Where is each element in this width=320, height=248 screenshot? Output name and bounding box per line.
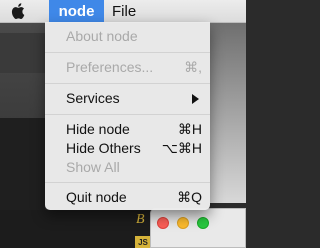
menu-separator bbox=[45, 182, 210, 183]
minimize-window-button[interactable] bbox=[177, 217, 189, 229]
menu-item-label: Preferences... bbox=[66, 59, 154, 75]
node-app-menu: About node Preferences... ⌘, Services Hi… bbox=[45, 22, 210, 210]
menu-item-preferences[interactable]: Preferences... ⌘, bbox=[45, 57, 210, 77]
menu-separator bbox=[45, 114, 210, 115]
menu-item-hide-others[interactable]: Hide Others ⌥⌘H bbox=[45, 138, 210, 158]
menu-item-show-all[interactable]: Show All bbox=[45, 157, 210, 177]
background-panel bbox=[0, 33, 45, 73]
menu-item-label: Services bbox=[66, 90, 120, 106]
menu-item-shortcut: ⌘H bbox=[177, 121, 202, 137]
background-window-left bbox=[0, 23, 45, 218]
menu-separator bbox=[45, 52, 210, 53]
menu-item-about[interactable]: About node bbox=[45, 26, 210, 46]
menu-item-hide[interactable]: Hide node ⌘H bbox=[45, 119, 210, 139]
menu-separator bbox=[45, 83, 210, 84]
background-panel bbox=[0, 118, 45, 218]
zoom-window-button[interactable] bbox=[197, 217, 209, 229]
menu-file[interactable]: File bbox=[110, 0, 138, 22]
menu-bar: node File bbox=[0, 0, 246, 23]
menu-item-label: About node bbox=[66, 28, 138, 44]
editor-code-text: B bbox=[136, 212, 145, 227]
node-window bbox=[150, 208, 246, 248]
menu-item-services[interactable]: Services bbox=[45, 88, 210, 108]
background-window-right bbox=[210, 23, 246, 203]
menu-node[interactable]: node bbox=[49, 0, 104, 22]
apple-icon[interactable] bbox=[8, 2, 28, 20]
menu-item-label: Hide Others bbox=[66, 140, 141, 156]
submenu-arrow-icon bbox=[192, 94, 199, 104]
close-window-button[interactable] bbox=[157, 217, 169, 229]
menu-item-quit[interactable]: Quit node ⌘Q bbox=[45, 187, 210, 207]
menu-item-shortcut: ⌘, bbox=[184, 59, 202, 75]
menu-item-shortcut: ⌥⌘H bbox=[161, 140, 202, 156]
menu-item-label: Quit node bbox=[66, 189, 127, 205]
menu-item-label: Hide node bbox=[66, 121, 130, 137]
menu-item-label: Show All bbox=[66, 159, 120, 175]
menu-item-shortcut: ⌘Q bbox=[177, 189, 202, 205]
js-file-icon: JS bbox=[135, 236, 151, 248]
